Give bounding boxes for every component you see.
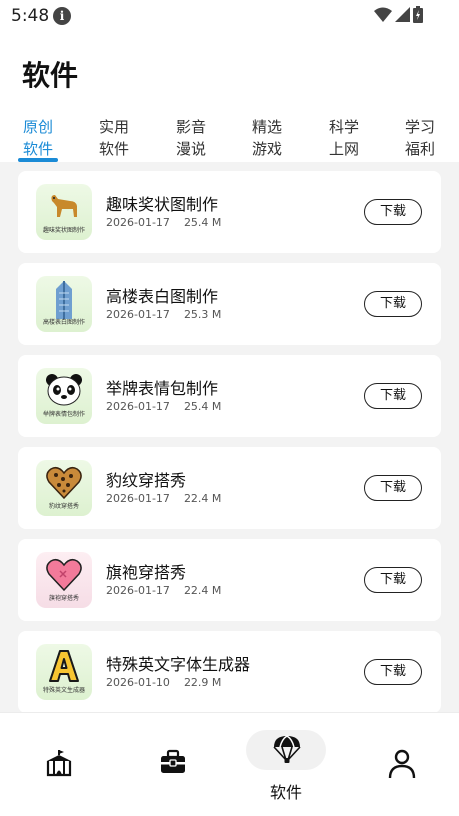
tab-utility-software[interactable]: 实用 软件 [99,116,149,160]
app-size: 22.4 M [183,492,222,505]
app-date: 2026-01-10 [106,676,170,689]
tab-science-internet[interactable]: 科学 上网 [329,116,379,160]
tab-label-line2: 软件 [99,140,130,158]
tab-label-line1: 实用 [99,118,130,136]
wifi-icon [374,7,392,22]
pink-heart-icon: 旗袍穿搭秀 [36,552,92,608]
tab-games[interactable]: 精选 游戏 [252,116,302,160]
download-button[interactable]: 下载 [364,659,422,685]
app-meta: 2026-01-17 22.4 M [106,492,221,505]
app-name: 举牌表情包制作 [106,379,219,398]
app-card[interactable]: 趣味奖状图制作 趣味奖状图制作 2026-01-17 25.4 M 下载 [18,171,441,253]
tab-label-line1: 学习 [405,118,436,136]
leopard-heart-icon: 豹纹穿搭秀 [36,460,92,516]
letter-a-icon: 特殊英文生成器 [36,644,92,700]
tab-label-line2: 上网 [329,140,360,158]
icon-caption: 高楼表白图制作 [42,319,85,326]
app-card[interactable]: 旗袍穿搭秀 旗袍穿搭秀 2026-01-17 22.4 M 下载 [18,539,441,621]
app-card[interactable]: 豹纹穿搭秀 豹纹穿搭秀 2026-01-17 22.4 M 下载 [18,447,441,529]
toolbox-icon [161,749,185,773]
nav-item-circus[interactable] [18,713,98,816]
app-name: 高楼表白图制作 [106,287,219,306]
icon-caption: 特殊英文生成器 [42,687,85,694]
page-title: 软件 [22,59,79,92]
app-name: 旗袍穿搭秀 [106,563,187,582]
tab-label-line1: 精选 [252,118,283,136]
icon-caption: 趣味奖状图制作 [42,227,85,234]
panda-icon: 举牌表情包制作 [36,368,92,424]
download-button[interactable]: 下载 [364,199,422,225]
category-tabs: 原创 软件 实用 软件 影音 漫说 精选 游戏 科学 上网 学习 福利 [0,116,459,162]
tab-learning[interactable]: 学习 福利 [405,116,455,160]
tab-label-line1: 科学 [329,118,360,136]
app-date: 2026-01-17 [106,216,170,229]
app-card[interactable]: 高楼表白图制作 高楼表白图制作 2026-01-17 25.3 M 下载 [18,263,441,345]
tab-label-line1: 影音 [176,118,207,136]
status-time: 5:48 [11,6,50,26]
app-date: 2026-01-17 [106,400,170,413]
icon-caption: 旗袍穿搭秀 [48,595,79,602]
parachute-icon [273,735,301,763]
app-card[interactable]: 举牌表情包制作 举牌表情包制作 2026-01-17 25.4 M 下载 [18,355,441,437]
download-button[interactable]: 下载 [364,291,422,317]
dog-icon: 趣味奖状图制作 [36,184,92,240]
app-size: 25.4 M [183,400,222,413]
app-date: 2026-01-17 [106,584,170,597]
download-button[interactable]: 下载 [364,475,422,501]
download-button[interactable]: 下载 [364,567,422,593]
status-indicators [374,6,423,23]
app-meta: 2026-01-17 25.3 M [106,308,221,321]
tab-media[interactable]: 影音 漫说 [176,116,226,160]
app-size: 22.9 M [183,676,222,689]
nav-item-software[interactable]: 软件 [246,713,326,816]
tab-label-line2: 游戏 [252,140,283,158]
app-name: 豹纹穿搭秀 [106,471,187,490]
circus-tent-icon [46,750,72,777]
app-date: 2026-01-17 [106,308,170,321]
app-meta: 2026-01-17 25.4 M [106,216,221,229]
app-date: 2026-01-17 [106,492,170,505]
nav-item-profile[interactable] [361,713,441,816]
app-size: 22.4 M [183,584,222,597]
icon-caption: 豹纹穿搭秀 [48,503,79,510]
battery-icon [413,6,423,23]
app-list[interactable]: 趣味奖状图制作 趣味奖状图制作 2026-01-17 25.4 M 下载 高楼表白… [0,162,459,712]
bottom-navigation: 软件 [0,712,459,816]
tab-label-line2: 漫说 [176,140,207,158]
app-size: 25.4 M [183,216,222,229]
app-name: 特殊英文字体生成器 [106,655,251,674]
status-bar: 5:48 i [0,0,459,32]
download-button[interactable]: 下载 [364,383,422,409]
tab-original-software[interactable]: 原创 软件 [23,116,73,160]
app-meta: 2026-01-17 22.4 M [106,584,221,597]
app-size: 25.3 M [183,308,222,321]
nav-item-toolbox[interactable] [132,713,212,816]
icon-caption: 举牌表情包制作 [42,411,85,418]
app-meta: 2026-01-10 22.9 M [106,676,221,689]
app-meta: 2026-01-17 25.4 M [106,400,221,413]
tab-label-line2: 软件 [23,140,54,158]
app-name: 趣味奖状图制作 [106,195,219,214]
app-card[interactable]: 特殊英文生成器 特殊英文字体生成器 2026-01-10 22.9 M 下载 [18,631,441,712]
skyscraper-icon: 高楼表白图制作 [36,276,92,332]
nav-label-software: 软件 [269,783,302,802]
info-icon: i [53,7,71,25]
tab-label-line2: 福利 [405,140,436,158]
cellular-signal-icon [395,7,410,22]
tab-label-line1: 原创 [23,118,54,136]
person-icon [388,749,416,779]
